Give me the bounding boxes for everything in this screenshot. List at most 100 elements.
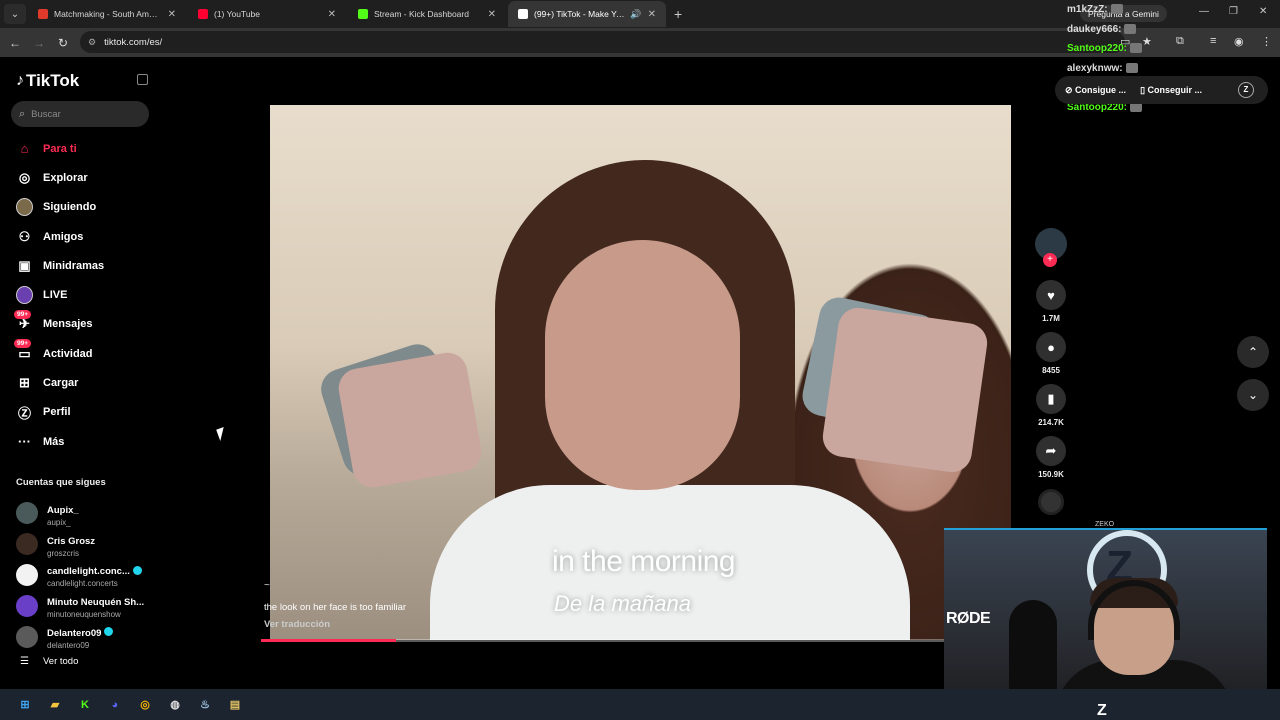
verified-badge-icon <box>104 627 114 637</box>
search-bar[interactable]: ⌕ <box>11 101 149 127</box>
chat-message: Santoop220: <box>1067 43 1257 63</box>
follow-plus-icon[interactable]: + <box>1043 253 1057 267</box>
chat-username: alexyknww: <box>1067 62 1123 74</box>
discord-icon[interactable]: ◕ <box>104 694 126 716</box>
tab-title: Matchmaking - South America <box>54 9 162 19</box>
main-nav: ⌂ Para ti ◎ Explorar Siguiendo ⚇ Amigos ▣ Minidr… <box>0 134 160 456</box>
tab-close-icon[interactable]: ✕ <box>168 9 176 20</box>
webcam-overlay: Z RØDE <box>944 528 1267 710</box>
nav-item-label: Explorar <box>43 171 88 184</box>
video-progress-bar[interactable] <box>261 639 1009 642</box>
see-translation-link[interactable]: Ver traducción <box>264 619 330 630</box>
site-info-icon[interactable]: ⚙ <box>88 37 96 48</box>
share-count: 150.9K <box>1038 470 1064 479</box>
collapse-sidebar-icon[interactable] <box>137 74 148 85</box>
reload-icon[interactable]: ↻ <box>51 36 75 50</box>
browser-tab[interactable]: Matchmaking - South America ✕ <box>28 1 186 27</box>
profile-icon: Ⓩ <box>17 405 31 421</box>
search-input[interactable] <box>31 108 132 120</box>
chat-username: m1kZzZ: <box>1067 4 1108 15</box>
address-bar[interactable]: ⚙ tiktok.com/es/ <box>80 31 1125 53</box>
nav-item-label: Perfil <box>43 406 71 419</box>
account-avatar <box>16 533 38 556</box>
windows-start-icon[interactable]: ⊞ <box>14 694 36 716</box>
nav-item-live[interactable]: LIVE <box>0 280 160 309</box>
account-username: delantero09 <box>47 641 90 651</box>
nav-item-explorar[interactable]: ◎ Explorar <box>0 163 160 192</box>
kick-app-icon[interactable]: K <box>74 694 96 716</box>
file-explorer-icon[interactable]: ▰ <box>44 694 66 716</box>
previous-video-button[interactable]: ⌃ <box>1237 336 1269 368</box>
video-progress-fill <box>261 639 396 642</box>
new-tab-button[interactable]: + <box>674 6 682 22</box>
account-avatar <box>16 594 38 617</box>
comment-icon[interactable]: ● <box>1036 332 1066 362</box>
nav-item-label: Minidramas <box>43 259 105 272</box>
nav-item-minidramas[interactable]: ▣ Minidramas <box>0 251 160 280</box>
nav-item-siguiendo[interactable]: Siguiendo <box>0 193 160 222</box>
tiktok-logo[interactable]: ♪ TikTok <box>16 71 79 91</box>
chat-emote-icon <box>1130 43 1143 54</box>
nav-item-label: Cargar <box>43 377 79 390</box>
chat-username: Santoop220: <box>1067 43 1128 54</box>
tiktok-sidebar: ♪ TikTok ⌕ ⌂ Para ti ◎ Explorar Siguiendo ⚇ Am… <box>0 57 160 689</box>
browser-tab[interactable]: (99+) TikTok - Make Your Day 🔊 ✕ <box>508 1 666 27</box>
mouse-cursor <box>216 426 228 442</box>
zeko-watermark: Z <box>1097 702 1107 719</box>
consigue-button[interactable]: ⊘ Consigue ... <box>1065 85 1126 96</box>
close-window-button[interactable]: ✕ <box>1259 6 1267 17</box>
followed-account[interactable]: candlelight.conc... candlelight.concerts <box>16 560 156 591</box>
tab-close-icon[interactable]: ✕ <box>488 9 496 20</box>
nav-item-para-ti[interactable]: ⌂ Para ti <box>0 134 160 163</box>
cushion <box>335 349 485 491</box>
nav-item-actividad[interactable]: ▭ 99+ Actividad <box>0 339 160 368</box>
followed-account[interactable]: Aupix_ aupix_ <box>16 498 156 529</box>
chat-emote-icon <box>1125 62 1138 73</box>
forward-arrow-icon[interactable]: → <box>27 36 51 50</box>
browser-tab[interactable]: (1) YouTube ✕ <box>188 1 346 27</box>
tab-title: Stream - Kick Dashboard <box>374 9 469 19</box>
nav-item-label: Actividad <box>43 347 93 360</box>
see-all-button[interactable]: ☰ Ver todo <box>20 656 78 667</box>
nav-item-cargar[interactable]: ⊞ Cargar <box>0 368 160 397</box>
browser-menu-icon[interactable]: ⋮ <box>1261 35 1272 48</box>
tab-search-icon[interactable]: ⌄ <box>4 4 26 24</box>
nav-item-label: Para ti <box>43 142 77 155</box>
chrome-icon[interactable]: ◎ <box>134 694 156 716</box>
film-icon: ▣ <box>18 257 31 273</box>
followed-account[interactable]: Cris Grosz groszcris <box>16 529 156 560</box>
friends-icon: ⚇ <box>18 228 31 244</box>
subtitle-english: in the morning <box>552 545 736 578</box>
tab-close-icon[interactable]: ✕ <box>648 9 656 20</box>
conseguir-button[interactable]: ▯ Conseguir ... <box>1140 85 1202 96</box>
account-username: minutoneuquenshow <box>47 610 121 620</box>
bookmark-icon[interactable]: ▮ <box>1036 384 1066 414</box>
conseguir-label: Conseguir ... <box>1147 85 1203 95</box>
music-disc-icon[interactable] <box>1038 489 1064 515</box>
video-player[interactable]: in the morning De la mañana <box>270 105 1011 640</box>
share-arrow-icon[interactable]: ➦ <box>1036 436 1066 466</box>
tab-close-icon[interactable]: ✕ <box>328 9 336 20</box>
tab-title: (99+) TikTok - Make Your Day <box>534 9 626 19</box>
browser-tab[interactable]: Stream - Kick Dashboard ✕ <box>348 1 506 27</box>
followed-account[interactable]: Minuto Neuquén Sh... minutoneuquenshow <box>16 590 156 621</box>
nav-item-perfil[interactable]: Ⓩ Perfil <box>0 398 160 427</box>
next-video-button[interactable]: ⌄ <box>1237 379 1269 411</box>
steam-icon[interactable]: ♨ <box>194 694 216 716</box>
activity-icon: ▭ 99+ <box>14 339 33 362</box>
zeko-logo-icon: Z <box>1238 82 1254 98</box>
windows-taskbar: ⊞ ▰ K ◕ ◎ ◍ ♨ ▤ <box>0 689 1280 720</box>
obs-icon[interactable]: ◍ <box>164 694 186 716</box>
app-icon[interactable]: ▤ <box>224 694 246 716</box>
nav-item-más[interactable]: ··· Más <box>0 427 160 456</box>
like-heart-icon[interactable]: ♥ <box>1036 280 1066 310</box>
chat-username: daukey666: <box>1067 23 1122 35</box>
subtitle-spanish: De la mañana <box>554 591 691 616</box>
chat-message: Santoop220: <box>1067 102 1257 122</box>
nav-item-mensajes[interactable]: ✈ 99+ Mensajes <box>0 309 160 339</box>
followed-account[interactable]: Delantero09 delantero09 <box>16 621 156 652</box>
back-arrow-icon[interactable]: ← <box>3 36 27 50</box>
tab-audio-icon[interactable]: 🔊 <box>630 9 641 20</box>
nav-item-amigos[interactable]: ⚇ Amigos <box>0 222 160 251</box>
cam-frame-label: ZEKO <box>1095 521 1115 528</box>
